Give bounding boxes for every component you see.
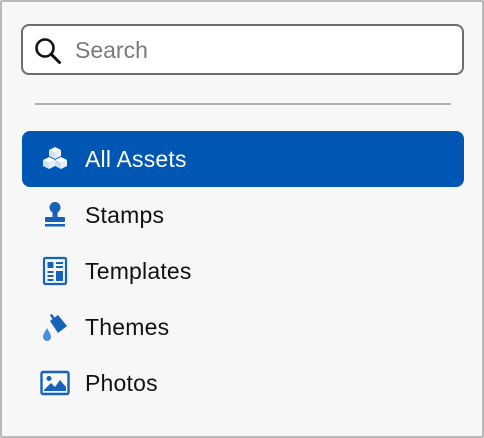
template-icon: [40, 256, 70, 286]
sidebar-item-label: Templates: [85, 257, 192, 284]
sidebar-nav: All Assets Stamps Templates Themes Photo…: [22, 131, 464, 411]
boxes-icon: [40, 144, 70, 174]
sidebar-item-label: Themes: [85, 313, 170, 340]
photo-icon: [40, 368, 70, 398]
search-icon: [35, 38, 61, 64]
sidebar-item-templates[interactable]: Templates: [22, 243, 464, 299]
sidebar-item-themes[interactable]: Themes: [22, 299, 464, 355]
sidebar-item-label: Photos: [85, 369, 158, 396]
sidebar-item-stamps[interactable]: Stamps: [22, 187, 464, 243]
paint-bucket-icon: [40, 312, 70, 342]
sidebar-item-label: Stamps: [85, 201, 165, 228]
sidebar-item-photos[interactable]: Photos: [22, 355, 464, 411]
stamp-icon: [40, 200, 70, 230]
asset-library-panel: All Assets Stamps: [0, 0, 484, 438]
search-box[interactable]: [21, 24, 464, 75]
search-input[interactable]: [75, 30, 455, 70]
divider: [35, 103, 451, 105]
sidebar-item-all-assets[interactable]: All Assets: [22, 131, 464, 187]
sidebar-item-label: All Assets: [85, 145, 187, 172]
